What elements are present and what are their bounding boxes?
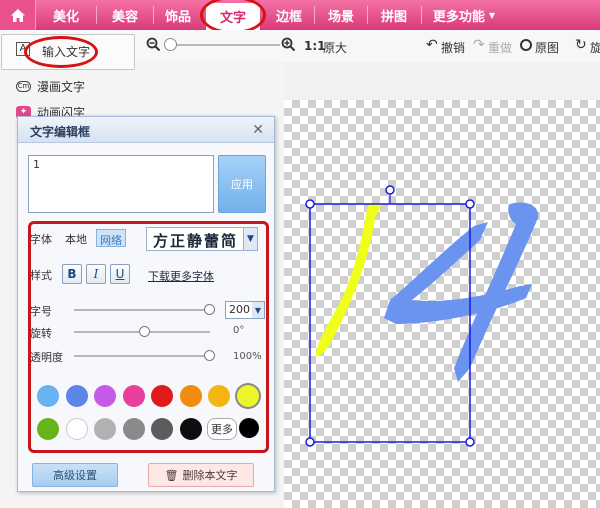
delete-text-button[interactable]: 🗑 删除本文字 — [148, 463, 254, 487]
color-swatch[interactable] — [208, 385, 230, 407]
color-swatch[interactable] — [122, 385, 145, 407]
corner-handle-bottom-right — [465, 437, 475, 447]
redo-icon[interactable]: ↷ — [473, 37, 485, 53]
tab-scene[interactable]: 场景 — [315, 2, 367, 28]
rotate-button[interactable]: 旋 — [590, 39, 600, 56]
tab-more-features[interactable]: 更多功能 ▼ — [424, 2, 504, 28]
comic-text-item[interactable]: Cm 漫画文字 — [16, 78, 85, 95]
comic-text-label: 漫画文字 — [37, 80, 86, 94]
speech-bubble-icon: Cm — [16, 81, 31, 92]
corner-handle-top-left — [305, 199, 315, 209]
corner-handle-top-right — [465, 199, 475, 209]
text-edit-dialog: 文字编辑框 ✕ 1 应用 字体 本地 网络 方正静蕾简 ▼ 样式 B I U 下… — [17, 116, 275, 492]
color-swatch[interactable] — [179, 418, 202, 440]
corner-handle-bottom-left — [305, 437, 315, 447]
tab-accessories[interactable]: 饰品 — [154, 2, 202, 28]
top-nav: 美化 美容 饰品 文字 边框 场景 拼图 更多功能 ▼ — [0, 0, 600, 34]
zoom-slider-handle[interactable] — [164, 38, 177, 51]
color-swatch[interactable] — [94, 418, 116, 440]
dialog-title: 文字编辑框 — [18, 117, 274, 143]
redo-button[interactable]: 重做 — [488, 39, 512, 56]
color-swatch[interactable] — [236, 385, 259, 407]
color-swatch[interactable] — [179, 385, 202, 407]
undo-icon[interactable]: ↶ — [426, 37, 438, 53]
zoom-out-icon[interactable] — [146, 37, 161, 52]
original-image-icon[interactable] — [520, 39, 532, 51]
home-icon — [10, 8, 25, 22]
color-swatch[interactable] — [65, 385, 88, 407]
color-swatch[interactable] — [94, 385, 116, 407]
color-swatch[interactable] — [37, 385, 59, 407]
tab-makeup[interactable]: 美容 — [97, 2, 153, 28]
color-swatch[interactable] — [65, 418, 88, 440]
canvas-art — [305, 185, 539, 447]
color-swatch[interactable] — [151, 418, 173, 440]
chevron-down-icon: ▼ — [488, 10, 496, 20]
tab-beautify[interactable]: 美化 — [36, 2, 96, 28]
text-input-area[interactable]: 1 — [28, 155, 214, 213]
tab-border[interactable]: 边框 — [264, 2, 314, 28]
delete-text-label: 删除本文字 — [182, 469, 238, 482]
tab-divider — [421, 6, 422, 24]
undo-button[interactable]: 撤销 — [441, 39, 465, 56]
image-canvas[interactable] — [284, 100, 600, 508]
original-size-button[interactable]: 原大 — [323, 39, 347, 56]
annotation-highlight — [28, 221, 269, 453]
color-swatch[interactable] — [37, 418, 59, 440]
original-image-button[interactable]: 原图 — [535, 39, 559, 56]
tab-more-label: 更多功能 — [432, 9, 485, 25]
home-button[interactable] — [0, 0, 36, 30]
rotate-handle — [385, 185, 395, 195]
annotation-highlight — [24, 36, 98, 68]
close-icon[interactable]: ✕ — [252, 122, 264, 138]
advanced-settings-button[interactable]: 高级设置 — [32, 463, 118, 487]
color-swatch[interactable] — [122, 418, 145, 440]
zoom-in-icon[interactable] — [281, 37, 296, 52]
rotate-icon[interactable]: ↻ — [575, 37, 587, 53]
trash-icon: 🗑 — [164, 468, 179, 482]
text-stroke-one — [315, 204, 376, 357]
tab-collage[interactable]: 拼图 — [368, 2, 420, 28]
zoom-slider-track[interactable] — [168, 44, 280, 46]
apply-button[interactable]: 应用 — [218, 155, 266, 213]
color-swatch[interactable] — [151, 385, 173, 407]
